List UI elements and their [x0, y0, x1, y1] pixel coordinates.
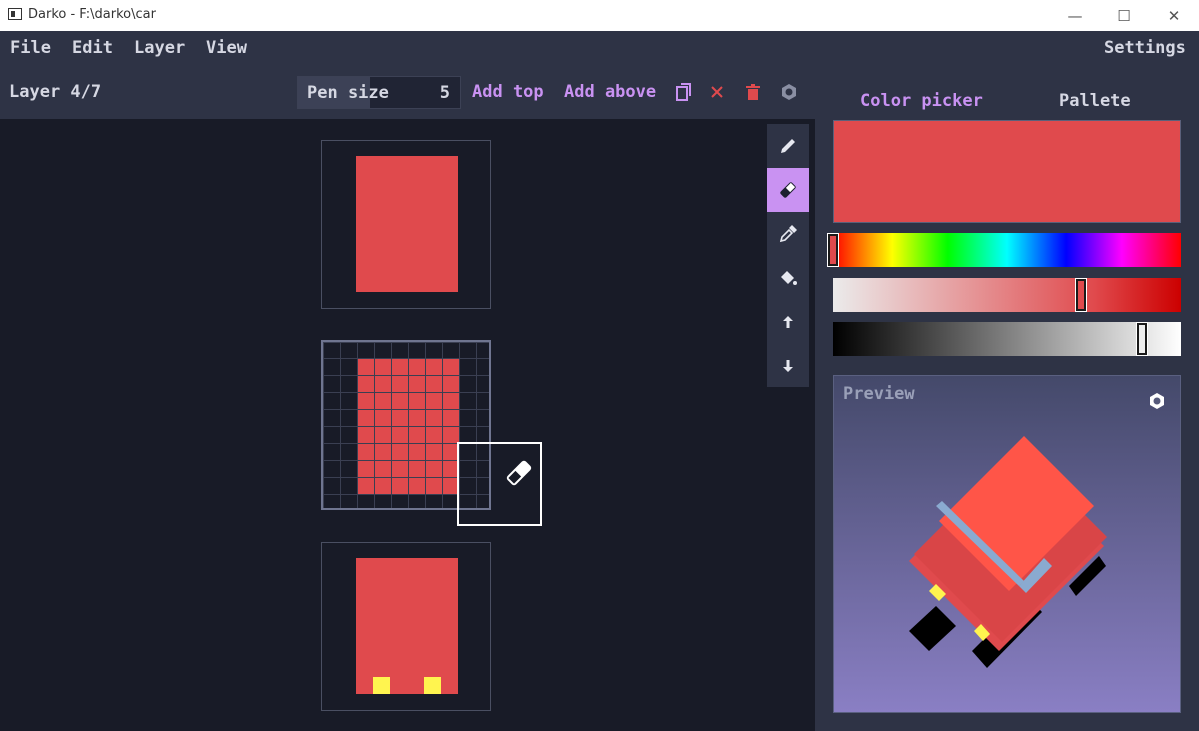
- menu-file[interactable]: File: [10, 38, 51, 58]
- window-title: Darko - F:\darko\car: [28, 7, 156, 22]
- maximize-button[interactable]: ☐: [1101, 0, 1147, 31]
- fill-bucket-icon[interactable]: [767, 256, 809, 300]
- copy-icon[interactable]: [674, 82, 694, 102]
- value-slider-handle[interactable]: [1136, 322, 1149, 356]
- eraser-cursor-icon: [506, 460, 532, 486]
- preview-gear-icon[interactable]: [1148, 392, 1166, 410]
- add-top-button[interactable]: Add top: [472, 82, 544, 102]
- menu-view[interactable]: View: [206, 38, 247, 58]
- current-color-swatch: [833, 120, 1181, 223]
- layer-shape: [356, 156, 458, 292]
- headlight-right: [424, 677, 441, 694]
- close-window-button[interactable]: ✕: [1151, 0, 1197, 31]
- eraser-icon[interactable]: [767, 168, 809, 212]
- menu-layer[interactable]: Layer: [134, 38, 185, 58]
- trash-icon[interactable]: [743, 82, 763, 102]
- add-above-button[interactable]: Add above: [564, 82, 656, 102]
- pen-size-slider[interactable]: Pen size 5: [297, 76, 461, 109]
- arrow-down-icon[interactable]: [767, 344, 809, 388]
- pen-size-label: Pen size: [307, 83, 389, 103]
- menu-edit[interactable]: Edit: [72, 38, 113, 58]
- layer-shape: [356, 558, 458, 694]
- hue-slider[interactable]: [833, 233, 1181, 267]
- headlight-left: [373, 677, 390, 694]
- minimize-button[interactable]: —: [1052, 0, 1098, 31]
- close-icon[interactable]: [707, 82, 727, 102]
- car-3d-preview: [909, 436, 1107, 668]
- value-slider[interactable]: [833, 322, 1181, 356]
- saturation-slider[interactable]: [833, 278, 1181, 312]
- layer-thumbnail-below[interactable]: [321, 542, 491, 711]
- eraser-cursor: [457, 442, 542, 526]
- tab-pallete[interactable]: Pallete: [1059, 91, 1131, 111]
- pen-size-value: 5: [439, 83, 450, 103]
- menu-settings[interactable]: Settings: [1104, 38, 1186, 58]
- eyedropper-icon[interactable]: [767, 212, 809, 256]
- preview-panel: Preview: [833, 375, 1181, 713]
- tab-color-picker[interactable]: Color picker: [860, 91, 983, 111]
- hue-slider-handle[interactable]: [827, 233, 839, 267]
- gear-icon[interactable]: [779, 82, 799, 102]
- title-bar: [0, 0, 1199, 31]
- saturation-slider-handle[interactable]: [1075, 278, 1088, 312]
- pencil-icon[interactable]: [767, 124, 809, 168]
- layer-indicator: Layer 4/7: [9, 82, 102, 102]
- app-icon: [8, 8, 22, 20]
- layer-thumbnail-above[interactable]: [321, 140, 491, 309]
- arrow-up-icon[interactable]: [767, 300, 809, 344]
- preview-label: Preview: [843, 384, 915, 404]
